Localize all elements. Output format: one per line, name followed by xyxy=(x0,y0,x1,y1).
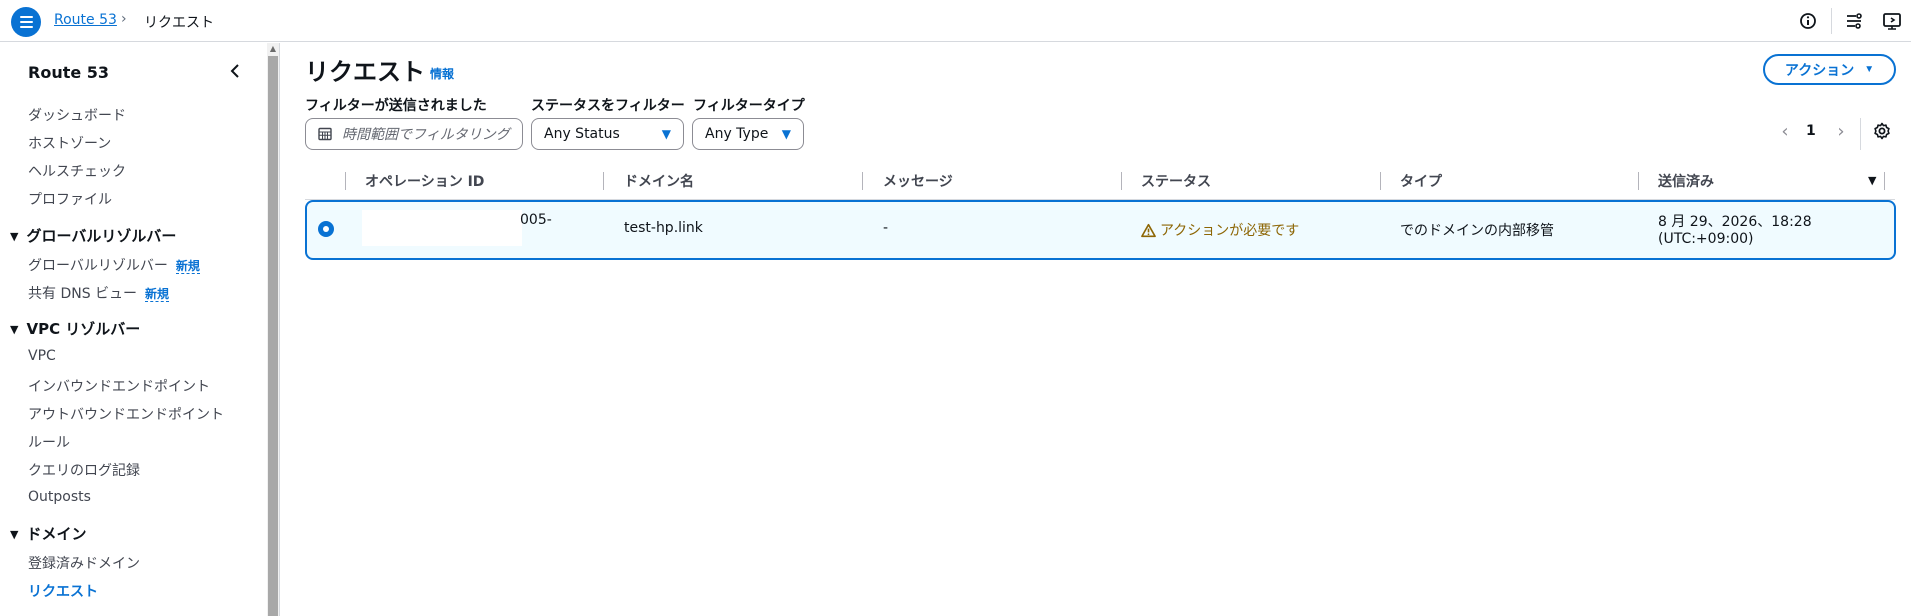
new-badge: 新規 xyxy=(145,287,170,302)
date-range-filter[interactable]: 時間範囲でフィルタリング xyxy=(305,118,523,150)
status-text: アクションが必要です xyxy=(1160,223,1300,239)
scroll-up-arrow-icon[interactable]: ▲ xyxy=(267,44,279,54)
new-badge: 新規 xyxy=(175,259,200,274)
sidebar-item-rules[interactable]: ルール xyxy=(28,432,70,452)
sidebar-item-label: グローバルリゾルバー xyxy=(28,258,168,274)
column-divider[interactable] xyxy=(1121,172,1122,190)
column-divider xyxy=(345,172,346,190)
gear-icon[interactable] xyxy=(1872,121,1894,143)
sidebar-item-outposts[interactable]: Outposts xyxy=(28,489,91,505)
status-filter-label: ステータスをフィルター xyxy=(531,98,685,114)
actions-button-label: アクション xyxy=(1784,61,1855,78)
column-divider[interactable] xyxy=(1638,172,1639,190)
status-cell: アクションが必要です xyxy=(1141,220,1299,240)
sidebar-section-global-resolver[interactable]: ▼ グローバルリゾルバー xyxy=(10,225,176,246)
sidebar-item-inbound-endpoints[interactable]: インバウンドエンドポイント xyxy=(28,376,210,396)
caret-down-icon: ▼ xyxy=(10,323,19,336)
section-title: グローバルリゾルバー xyxy=(26,227,177,245)
caret-down-icon: ▼ xyxy=(1864,64,1875,75)
column-divider[interactable] xyxy=(603,172,604,190)
column-divider[interactable] xyxy=(862,172,863,190)
submitted-cell-timezone: (UTC:+09:00) xyxy=(1658,231,1754,247)
caret-down-icon: ▼ xyxy=(661,127,671,141)
side-navigation: Route 53 ダッシュボード ホストゾーン ヘルスチェック プロファイル ▼… xyxy=(0,43,266,616)
operation-id-cell: 005- xyxy=(520,212,552,228)
top-navigation: Route 53 › リクエスト xyxy=(0,0,1911,42)
domain-cell: test-hp.link xyxy=(624,220,703,236)
caret-down-icon: ▼ xyxy=(10,528,19,541)
sidebar-item-hosted-zones[interactable]: ホストゾーン xyxy=(28,133,111,153)
sidebar-section-vpc-resolver[interactable]: ▼ VPC リゾルバー xyxy=(10,318,140,339)
sidebar-title: Route 53 xyxy=(28,63,110,82)
previous-page-icon[interactable]: ‹ xyxy=(1776,121,1794,145)
column-header-operation-id[interactable]: オペレーション ID xyxy=(365,171,484,191)
topbar-divider xyxy=(1831,8,1832,34)
column-header-message[interactable]: メッセージ xyxy=(883,171,953,191)
sidebar-item-profiles[interactable]: プロファイル xyxy=(28,189,112,209)
actions-button[interactable]: アクション ▼ xyxy=(1763,54,1896,85)
sidebar-item-shared-dns-view[interactable]: 共有 DNS ビュー 新規 xyxy=(28,283,170,303)
breadcrumb-current: リクエスト xyxy=(144,15,214,31)
type-cell: でのドメインの内部移管 xyxy=(1400,223,1554,239)
page-title: リクエスト xyxy=(305,58,425,86)
redacted-area xyxy=(362,210,522,246)
column-divider[interactable] xyxy=(1380,172,1381,190)
type-filter-select[interactable]: Any Type ▼ xyxy=(692,118,804,150)
status-filter-value: Any Status xyxy=(544,126,620,142)
status-filter-select[interactable]: Any Status ▼ xyxy=(531,118,684,150)
section-title: ドメイン xyxy=(26,525,87,543)
date-filter-label: フィルターが送信されました xyxy=(305,98,487,114)
calendar-icon xyxy=(318,127,332,141)
section-title: VPC リゾルバー xyxy=(26,320,141,338)
sidebar-item-requests[interactable]: リクエスト xyxy=(28,581,98,601)
column-header-type[interactable]: タイプ xyxy=(1400,171,1442,191)
row-select-radio[interactable] xyxy=(318,221,334,237)
notifications-toggle-icon[interactable] xyxy=(1843,10,1865,32)
column-divider xyxy=(1884,172,1885,190)
sidebar-scrollbar-thumb[interactable] xyxy=(268,56,278,616)
info-link[interactable]: 情報 xyxy=(430,65,454,82)
sidebar-item-vpc[interactable]: VPC xyxy=(28,348,56,364)
sidebar-item-query-logging[interactable]: クエリのログ記録 xyxy=(28,460,140,480)
sidebar-item-registered-domains[interactable]: 登録済みドメイン xyxy=(28,553,140,573)
warning-icon xyxy=(1141,223,1156,237)
type-filter-label: フィルタータイプ xyxy=(693,98,805,114)
column-header-submitted[interactable]: 送信済み xyxy=(1658,171,1714,191)
split-panel-icon[interactable] xyxy=(1881,10,1903,32)
column-header-status[interactable]: ステータス xyxy=(1141,171,1211,191)
caret-down-icon: ▼ xyxy=(781,127,791,141)
sidebar-item-dashboard[interactable]: ダッシュボード xyxy=(28,105,126,125)
date-filter-placeholder: 時間範囲でフィルタリング xyxy=(342,127,510,143)
sidebar-item-label: 共有 DNS ビュー xyxy=(28,286,138,302)
sidebar-section-domains[interactable]: ▼ ドメイン xyxy=(10,523,86,544)
info-circle-icon[interactable] xyxy=(1797,10,1819,32)
caret-down-icon: ▼ xyxy=(10,230,19,243)
pagination-divider xyxy=(1860,118,1861,150)
sidebar-item-global-resolver[interactable]: グローバルリゾルバー 新規 xyxy=(28,255,200,275)
type-filter-value: Any Type xyxy=(705,126,769,142)
next-page-icon[interactable]: › xyxy=(1832,121,1850,145)
menu-icon[interactable] xyxy=(11,7,41,37)
column-header-domain[interactable]: ドメイン名 xyxy=(624,171,694,191)
sort-descending-icon[interactable]: ▼ xyxy=(1868,174,1876,187)
current-page-number[interactable]: 1 xyxy=(1806,123,1816,139)
message-cell: - xyxy=(883,220,889,236)
breadcrumb-separator-icon: › xyxy=(121,11,127,27)
submitted-cell-date: 8 月 29、2026、18:28 xyxy=(1658,214,1812,230)
sidebar-item-outbound-endpoints[interactable]: アウトバウンドエンドポイント xyxy=(28,404,224,424)
breadcrumb-route53[interactable]: Route 53 xyxy=(54,12,117,28)
chevron-left-icon[interactable] xyxy=(226,61,246,81)
sidebar-item-health-checks[interactable]: ヘルスチェック xyxy=(28,161,126,181)
content-divider xyxy=(279,43,280,616)
